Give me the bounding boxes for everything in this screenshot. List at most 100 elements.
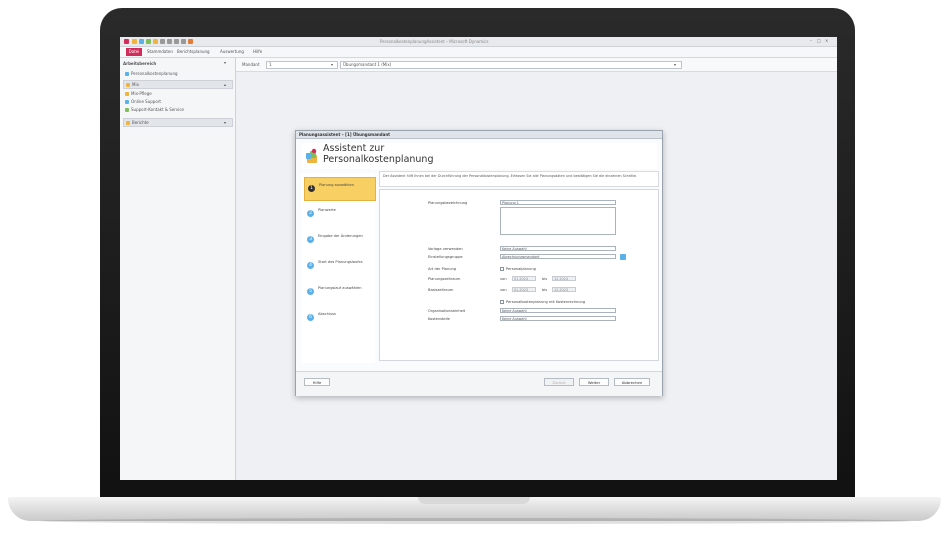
help-icon xyxy=(125,99,129,104)
sidebar-item-label: Mix xyxy=(132,82,139,87)
sidebar-item-label: Personalkostenplanung xyxy=(131,71,178,76)
mandant-value: 1 xyxy=(269,62,272,67)
step-planwerte[interactable]: 2 Planwerte xyxy=(304,203,374,225)
bezeichnung-input[interactable]: Planung 1 xyxy=(500,200,616,205)
laptop-screen: PersonalkostenplanungAssistent – Microso… xyxy=(120,37,837,480)
sidebar-item-support-kontakt[interactable]: Support-Kontakt & Service xyxy=(123,106,231,113)
wizard-logo-icon xyxy=(306,148,317,163)
sidebar-item-mix-pflege[interactable]: Mix-Pflege xyxy=(123,90,231,97)
zeitraum-label: Planungszeitraum xyxy=(428,277,461,281)
pin-icon[interactable]: ▾ xyxy=(224,60,226,65)
sidebar-item-label: Mix-Pflege xyxy=(131,91,152,96)
help-button[interactable]: Hilfe xyxy=(304,378,330,386)
step-planungslauf-auswaehlen[interactable]: 5 Planungslauf auswählen xyxy=(304,281,374,303)
gruppe-select[interactable]: Abrechnungsmandant xyxy=(500,254,616,259)
sidebar-item-label: Berichte xyxy=(132,120,149,125)
tab-stammdaten[interactable]: Stammdaten xyxy=(147,49,173,54)
redo-icon[interactable] xyxy=(146,39,151,44)
step-label: Planung auswählen xyxy=(319,183,354,187)
print-icon[interactable] xyxy=(153,39,158,44)
step-label: Abschluss xyxy=(318,312,336,316)
settings-icon[interactable] xyxy=(620,254,626,260)
dialog-header: Assistent zur Personalkostenplanung xyxy=(301,143,657,169)
step-number-icon: 2 xyxy=(307,210,314,217)
personalplanung-checkbox[interactable] xyxy=(500,267,504,271)
sidebar-header: Arbeitsbereich xyxy=(123,61,157,66)
org-label: Organisationseinheit xyxy=(428,309,466,313)
dialog-description: Der Assistent hilft Ihnen bei der Durchf… xyxy=(383,174,637,178)
basis-bis-label: bis xyxy=(542,288,548,292)
close-button[interactable]: × xyxy=(825,38,828,43)
tab-auswertung[interactable]: Auswertung xyxy=(220,49,244,54)
sidebar-group-berichte[interactable]: Berichte ▾ xyxy=(123,118,233,127)
dialog-title-bar: Planungsassistent – [1] Übungsmandant xyxy=(296,131,662,139)
toolbar-icon[interactable] xyxy=(160,39,165,44)
wizard-steps: 1 Planung auswählen 2 Planwerte 3 Eingab… xyxy=(301,173,376,363)
basis-label: Basiszeitraum xyxy=(428,288,454,292)
zeitraum-bis-input[interactable]: 12.2024 xyxy=(552,276,576,281)
basis-von-label: von xyxy=(500,288,507,292)
step-label: Planungslauf auswählen xyxy=(318,286,362,290)
company-select[interactable]: Übungsmandant 1 (Mix) ▾ xyxy=(340,61,682,69)
chevron-down-icon: ▾ xyxy=(331,62,334,67)
step-number-icon: 3 xyxy=(307,236,314,243)
vorlage-select[interactable]: Keine Auswahl xyxy=(500,246,616,251)
notes-textarea[interactable] xyxy=(500,207,616,235)
basis-von-input[interactable]: 01.2023 xyxy=(512,287,536,292)
bezeichnung-label: Planungsbezeichnung xyxy=(428,201,468,205)
back-button[interactable]: Zurück xyxy=(544,378,574,386)
mandant-select[interactable]: 1 ▾ xyxy=(266,61,338,69)
chevron-down-icon: ▾ xyxy=(674,62,677,67)
planning-form: Planungsbezeichnung Planung 1 Vorlage ve… xyxy=(379,189,659,361)
cancel-button[interactable]: Abbrechen xyxy=(614,378,650,386)
toolbar-icon[interactable] xyxy=(181,39,186,44)
sidebar-item-online-support[interactable]: Online Support xyxy=(123,98,231,105)
sidebar-item-label: Online Support xyxy=(131,99,161,104)
step-start-planungslauf[interactable]: 4 Start des Planungslaufes xyxy=(304,255,374,277)
minimize-button[interactable]: – xyxy=(810,38,812,43)
tab-berichtsplanung[interactable]: Berichtsplanung xyxy=(177,49,210,54)
step-label: Start des Planungslaufes xyxy=(318,260,363,264)
title-bar: PersonalkostenplanungAssistent – Microso… xyxy=(120,37,837,47)
step-number-icon: 1 xyxy=(308,185,315,192)
next-button[interactable]: Weiter xyxy=(579,378,609,386)
sidebar: Arbeitsbereich ▾ Personalkostenplanung M… xyxy=(120,58,236,480)
basis-bis-input[interactable]: 12.2023 xyxy=(552,287,576,292)
undo-icon[interactable] xyxy=(139,39,144,44)
mandant-toolbar: Mandant 1 ▾ Übungsmandant 1 (Mix) ▾ xyxy=(236,58,837,72)
mandant-label: Mandant xyxy=(242,62,260,67)
zeitraum-von-input[interactable]: 01.2024 xyxy=(512,276,536,281)
personalplanung-option: Personalplanung xyxy=(506,267,536,271)
toolbar-icon[interactable] xyxy=(174,39,179,44)
step-abschluss[interactable]: 6 Abschluss xyxy=(304,307,374,329)
step-eingabe-aenderungen[interactable]: 3 Eingabe der Änderungen xyxy=(304,229,374,251)
dialog-heading: Assistent zur Personalkostenplanung xyxy=(323,143,434,165)
folder-icon xyxy=(125,71,129,76)
maximize-button[interactable]: □ xyxy=(817,38,821,43)
art-label: Art der Planung xyxy=(428,267,457,271)
sidebar-item-label: Support-Kontakt & Service xyxy=(131,107,185,112)
step-number-icon: 6 xyxy=(307,314,314,321)
tab-hilfe[interactable]: Hilfe xyxy=(253,49,262,54)
kostenrechnung-checkbox[interactable] xyxy=(500,300,504,304)
sidebar-group-mix[interactable]: Mix ▴ xyxy=(123,80,233,89)
toolbar-icon[interactable] xyxy=(188,39,193,44)
toolbar-icon[interactable] xyxy=(167,39,172,44)
window-title: PersonalkostenplanungAssistent – Microso… xyxy=(380,39,489,44)
save-icon[interactable] xyxy=(132,39,137,44)
gruppe-label: Einstellungsgruppe xyxy=(428,255,463,259)
step-label: Planwerte xyxy=(318,208,336,212)
vorlage-label: Vorlage verwenden xyxy=(428,247,463,251)
kst-select[interactable]: Keine Auswahl xyxy=(500,316,616,321)
chevron-up-icon[interactable]: ▴ xyxy=(224,82,226,87)
sidebar-item-personalkostenplanung[interactable]: Personalkostenplanung xyxy=(123,70,231,77)
folder-icon xyxy=(125,91,129,96)
folder-icon xyxy=(126,82,130,87)
zeitraum-von-label: von xyxy=(500,277,507,281)
mail-icon xyxy=(125,107,129,112)
chevron-down-icon[interactable]: ▾ xyxy=(224,120,226,125)
wizard-dialog: Planungsassistent – [1] Übungsmandant As… xyxy=(295,130,663,396)
org-select[interactable]: Keine Auswahl xyxy=(500,308,616,313)
step-planung-auswaehlen[interactable]: 1 Planung auswählen xyxy=(304,177,376,201)
tab-file[interactable]: Datei xyxy=(126,48,142,56)
